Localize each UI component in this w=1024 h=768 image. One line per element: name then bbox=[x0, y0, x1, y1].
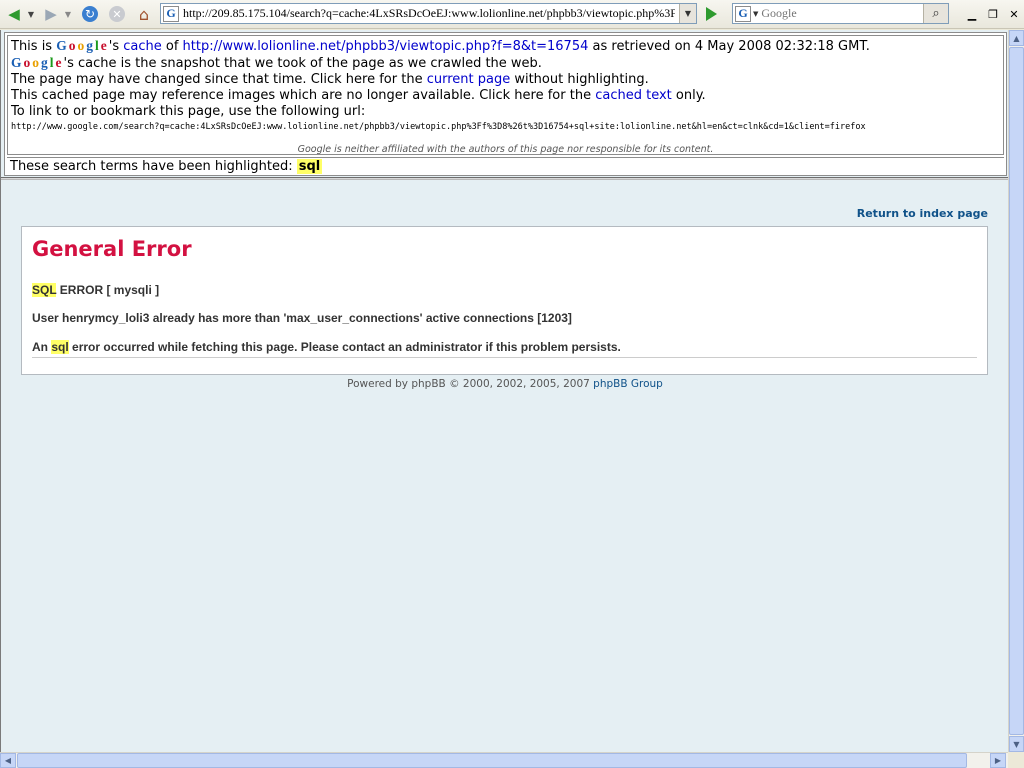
site-favicon-icon: G bbox=[163, 5, 179, 22]
page-title: General Error bbox=[32, 237, 192, 261]
google-letter: G bbox=[11, 55, 24, 70]
search-input[interactable] bbox=[761, 6, 922, 21]
search-button[interactable]: ⌕ bbox=[923, 4, 948, 23]
search-bar[interactable]: G ▼ ⌕ bbox=[732, 3, 949, 24]
cache-line-3: The page may have changed since that tim… bbox=[11, 72, 649, 87]
error-message-line: User henrymcy_loli3 already has more tha… bbox=[32, 311, 572, 325]
error-advice-line: An sql error occurred while fetching thi… bbox=[32, 340, 621, 354]
return-to-index-link[interactable]: Return to index page bbox=[857, 207, 988, 220]
google-letter: e bbox=[100, 38, 109, 53]
google-letter: o bbox=[23, 55, 33, 70]
forward-arrow-icon[interactable]: ▶ bbox=[40, 4, 62, 24]
back-history-dropdown-icon[interactable]: ▼ bbox=[26, 4, 36, 24]
highlighted-term: sql bbox=[296, 159, 323, 174]
scroll-down-icon[interactable]: ▼ bbox=[1009, 736, 1024, 752]
cache-line-4: This cached page may reference images wh… bbox=[11, 88, 706, 103]
cache-line-1: This is Google's cache of http://www.lol… bbox=[11, 38, 870, 54]
cache-line-2: Google's cache is the snapshot that we t… bbox=[11, 55, 542, 71]
search-engine-dropdown-icon[interactable]: ▼ bbox=[753, 10, 758, 18]
google-wordmark: Google bbox=[11, 55, 64, 71]
google-letter: G bbox=[56, 38, 69, 53]
current-page-link[interactable]: current page bbox=[427, 72, 511, 87]
highlighted-term: SQL bbox=[32, 283, 57, 297]
reload-icon[interactable]: ↻ bbox=[80, 4, 100, 24]
close-icon[interactable]: ✕ bbox=[1005, 6, 1023, 22]
cache-info-box: This is Google's cache of http://www.lol… bbox=[7, 35, 1004, 155]
address-url[interactable]: http://209.85.175.104/search?q=cache:4Lx… bbox=[183, 6, 675, 21]
go-button[interactable] bbox=[700, 4, 722, 24]
page-viewport: This is Google's cache of http://www.lol… bbox=[0, 30, 1008, 752]
google-letter: g bbox=[86, 38, 95, 53]
restore-icon[interactable]: ❐ bbox=[984, 6, 1002, 22]
highlighted-term: sql bbox=[51, 340, 69, 354]
back-arrow-icon[interactable]: ◀ bbox=[3, 4, 25, 24]
highlighted-terms-row: These search terms have been highlighted… bbox=[7, 157, 1004, 176]
banner-separator bbox=[1, 177, 1008, 180]
home-icon[interactable]: ⌂ bbox=[133, 4, 155, 24]
forward-history-dropdown-icon[interactable]: ▼ bbox=[63, 4, 73, 24]
error-type-line: SQL ERROR [ mysqli ] bbox=[32, 283, 160, 297]
browser-toolbar: ◀ ▼ ▶ ▼ ↻ ✕ ⌂ G http://209.85.175.104/se… bbox=[0, 0, 1024, 29]
address-dropdown-icon[interactable]: ▼ bbox=[679, 4, 696, 23]
panel-divider bbox=[32, 357, 977, 358]
google-letter: g bbox=[41, 55, 50, 70]
google-cache-banner: This is Google's cache of http://www.lol… bbox=[4, 32, 1007, 176]
scroll-up-icon[interactable]: ▲ bbox=[1009, 30, 1024, 46]
scroll-left-icon[interactable]: ◀ bbox=[0, 753, 16, 768]
error-panel: General Error SQL ERROR [ mysqli ] User … bbox=[21, 226, 988, 375]
phpbb-group-link[interactable]: phpBB Group bbox=[593, 378, 663, 390]
bookmark-url[interactable]: http://www.google.com/search?q=cache:4Lx… bbox=[11, 120, 1000, 134]
search-engine-icon[interactable]: G bbox=[735, 5, 751, 22]
minimize-icon[interactable]: ▁ bbox=[963, 6, 981, 22]
go-arrow-icon bbox=[705, 7, 717, 21]
google-disclaimer: Google is neither affiliated with the au… bbox=[297, 144, 714, 155]
horizontal-scrollbar[interactable]: ◀ ▶ bbox=[0, 752, 1008, 768]
scroll-right-icon[interactable]: ▶ bbox=[990, 753, 1006, 768]
google-wordmark: Google bbox=[56, 38, 109, 54]
magnifier-icon: ⌕ bbox=[932, 6, 940, 21]
original-url-link[interactable]: http://www.lolionline.net/phpbb3/viewtop… bbox=[183, 39, 589, 54]
scrollbar-corner bbox=[1008, 752, 1024, 768]
cached-text-link[interactable]: cached text bbox=[595, 88, 672, 103]
google-letter: e bbox=[55, 55, 64, 70]
vertical-scroll-thumb[interactable] bbox=[1009, 47, 1024, 735]
vertical-scrollbar[interactable]: ▲ ▼ bbox=[1008, 30, 1024, 752]
horizontal-scroll-thumb[interactable] bbox=[17, 753, 967, 768]
stop-icon[interactable]: ✕ bbox=[107, 4, 127, 24]
address-bar[interactable]: G http://209.85.175.104/search?q=cache:4… bbox=[160, 3, 697, 24]
cache-link[interactable]: cache bbox=[123, 39, 162, 54]
cache-line-5: To link to or bookmark this page, use th… bbox=[11, 104, 366, 119]
powered-by-footer: Powered by phpBB © 2000, 2002, 2005, 200… bbox=[347, 378, 663, 390]
google-letter: o bbox=[32, 55, 42, 70]
google-letter: o bbox=[77, 38, 87, 53]
